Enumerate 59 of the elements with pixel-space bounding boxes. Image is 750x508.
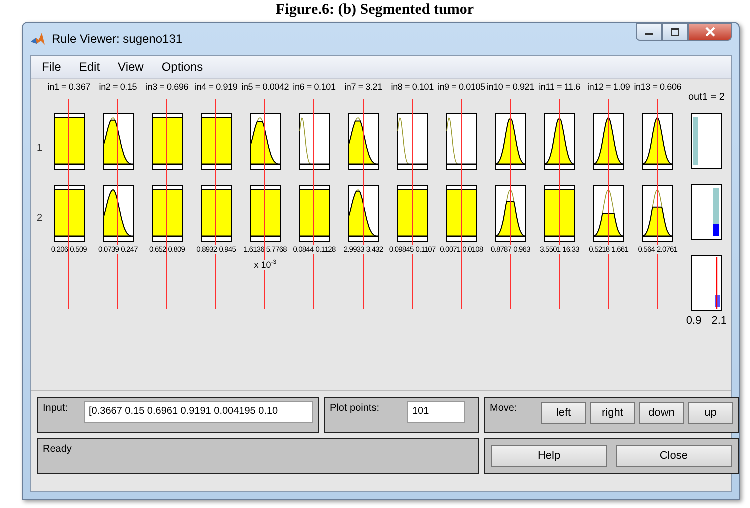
minimize-button[interactable] bbox=[636, 23, 662, 41]
input-label: in6 = 0.101 bbox=[293, 81, 336, 94]
dialog-button[interactable]: Help bbox=[491, 445, 608, 467]
close-window-button[interactable] bbox=[688, 23, 732, 41]
output-plot bbox=[691, 113, 722, 169]
status-text: Ready bbox=[43, 444, 72, 455]
input-field[interactable]: [0.3667 0.15 0.6961 0.9191 0.004195 0.10 bbox=[84, 401, 313, 423]
move-button[interactable]: down bbox=[639, 402, 684, 424]
input-value-line[interactable] bbox=[117, 99, 118, 309]
input-label: in11 = 11.6 bbox=[539, 81, 580, 94]
input-label: in7 = 3.21 bbox=[344, 81, 382, 94]
input-value-line[interactable] bbox=[608, 99, 609, 309]
dialog-button[interactable]: Close bbox=[616, 445, 732, 467]
figure-caption: Figure.6: (b) Segmented tumor bbox=[274, 1, 476, 20]
input-label: in2 = 0.15 bbox=[99, 81, 138, 94]
maximize-icon bbox=[670, 28, 680, 36]
menu-item[interactable]: Edit bbox=[72, 58, 108, 76]
input-value-line[interactable] bbox=[412, 99, 413, 309]
input-value-line[interactable] bbox=[215, 99, 216, 309]
move-button[interactable]: left bbox=[541, 402, 586, 424]
field-label: Plot points: bbox=[330, 403, 380, 414]
input-label: in4 = 0.919 bbox=[195, 81, 238, 94]
input-label: in1 = 0.367 bbox=[48, 81, 90, 94]
output-plot bbox=[691, 184, 722, 240]
input-value-line[interactable] bbox=[460, 99, 462, 309]
rule-number: 1 bbox=[37, 142, 43, 154]
range-label: 0.9 bbox=[686, 315, 702, 327]
plot-points-field[interactable]: 101 bbox=[407, 401, 466, 423]
input-value-line[interactable] bbox=[362, 99, 364, 309]
input-label: in8 = 0.101 bbox=[391, 81, 434, 94]
input-label: in9 = 0.0105 bbox=[438, 81, 486, 94]
output-plot bbox=[691, 255, 722, 311]
move-button[interactable]: right bbox=[590, 402, 636, 424]
move-button[interactable]: up bbox=[688, 402, 734, 424]
input-label: in3 = 0.696 bbox=[146, 81, 189, 94]
menu-item[interactable]: Options bbox=[154, 58, 210, 76]
app-logo-icon bbox=[30, 31, 46, 47]
menu-item[interactable]: File bbox=[35, 58, 68, 76]
scale-label: x 10$^{-3}$ bbox=[254, 260, 277, 270]
input-value-line[interactable] bbox=[313, 99, 314, 309]
input-value-line[interactable] bbox=[264, 99, 266, 309]
menu-item[interactable]: View bbox=[111, 58, 151, 76]
close-icon bbox=[704, 27, 716, 37]
range-label: 2.1 bbox=[712, 315, 727, 327]
input-value-line[interactable] bbox=[68, 99, 70, 309]
input-label: in10 = 0.921 bbox=[487, 81, 534, 94]
rule-number: 2 bbox=[37, 212, 43, 224]
maximize-button[interactable] bbox=[662, 23, 688, 41]
input-label: in5 = 0.0042 bbox=[242, 81, 290, 94]
input-label: in13 = 0.606 bbox=[634, 81, 682, 94]
input-value-line[interactable] bbox=[510, 99, 511, 309]
input-value-line[interactable] bbox=[656, 99, 658, 309]
field-label: Move: bbox=[490, 403, 518, 414]
output-label: out1 = 2 bbox=[688, 91, 725, 105]
field-label: Input: bbox=[43, 403, 68, 414]
input-value-line[interactable] bbox=[166, 99, 168, 309]
window-title: Rule Viewer: sugeno131 bbox=[52, 32, 183, 46]
input-value-line[interactable] bbox=[558, 99, 560, 309]
input-label: in12 = 1.09 bbox=[588, 81, 630, 94]
